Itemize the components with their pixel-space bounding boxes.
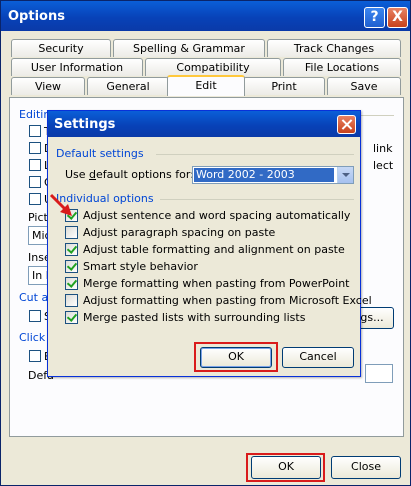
tab-general[interactable]: General xyxy=(87,77,169,95)
option-label: Adjust formatting when pasting from Micr… xyxy=(83,294,372,307)
checkbox[interactable] xyxy=(29,125,41,137)
window-title: Options xyxy=(8,9,65,24)
option-label: Adjust paragraph spacing on paste xyxy=(83,226,276,239)
tab-user-information[interactable]: User Information xyxy=(11,58,143,76)
option-label: Adjust table formatting and alignment on… xyxy=(83,243,345,256)
dialog-title: Settings xyxy=(54,117,116,132)
ok-button[interactable]: OK xyxy=(251,456,321,479)
close-window-button[interactable]: X xyxy=(387,7,408,28)
dialog-ok-button[interactable]: OK xyxy=(200,347,272,368)
default-options-select[interactable]: Word 2002 - 2003 xyxy=(192,166,354,184)
checkbox[interactable] xyxy=(29,193,41,205)
checkbox[interactable] xyxy=(65,294,78,307)
chevron-down-icon[interactable] xyxy=(337,167,353,183)
close-button[interactable]: Close xyxy=(331,456,401,479)
checkbox[interactable] xyxy=(65,311,78,324)
red-arrow-icon xyxy=(49,193,72,216)
tab-save[interactable]: Save xyxy=(327,77,401,95)
tab-print[interactable]: Print xyxy=(243,77,325,95)
option-label: Merge pasted lists with surrounding list… xyxy=(83,311,306,324)
link-text: link xyxy=(373,142,393,155)
title-bar: Options ? X xyxy=(1,1,410,31)
dialog-close-button[interactable] xyxy=(337,115,356,134)
tab-view[interactable]: View xyxy=(11,77,85,95)
checkbox[interactable] xyxy=(65,226,78,239)
option-label: Smart style behavior xyxy=(83,260,198,273)
dialog-cancel-button[interactable]: Cancel xyxy=(282,347,354,368)
option-label: Adjust sentence and word spacing automat… xyxy=(83,209,351,222)
settings-dialog: Settings Default settings Use default op… xyxy=(47,110,372,377)
separator xyxy=(160,199,354,200)
checkbox[interactable] xyxy=(65,260,78,273)
default-dropdown[interactable] xyxy=(365,364,393,383)
default-settings-label: Default settings xyxy=(56,147,144,160)
default-options-value: Word 2002 - 2003 xyxy=(194,168,334,182)
checkbox[interactable] xyxy=(65,243,78,256)
dialog-title-bar: Settings xyxy=(48,111,360,137)
checkbox[interactable] xyxy=(29,310,41,322)
checkbox[interactable] xyxy=(29,176,41,188)
checkbox[interactable] xyxy=(29,159,41,171)
help-button[interactable]: ? xyxy=(364,7,385,28)
option-label: Merge formatting when pasting from Power… xyxy=(83,277,350,290)
lect-text: lect xyxy=(373,159,394,172)
tab-track-changes[interactable]: Track Changes xyxy=(267,39,401,57)
tab-edit[interactable]: Edit xyxy=(167,75,245,96)
checkbox[interactable] xyxy=(29,142,41,154)
tab-spelling-grammar[interactable]: Spelling & Grammar xyxy=(113,39,265,57)
tab-compatibility[interactable]: Compatibility xyxy=(145,58,281,76)
tab-security[interactable]: Security xyxy=(11,39,111,57)
checkbox[interactable] xyxy=(29,350,41,362)
use-default-label: Use default options for: xyxy=(65,168,194,181)
separator xyxy=(156,154,354,155)
tab-file-locations[interactable]: File Locations xyxy=(283,58,401,76)
checkbox[interactable] xyxy=(65,277,78,290)
